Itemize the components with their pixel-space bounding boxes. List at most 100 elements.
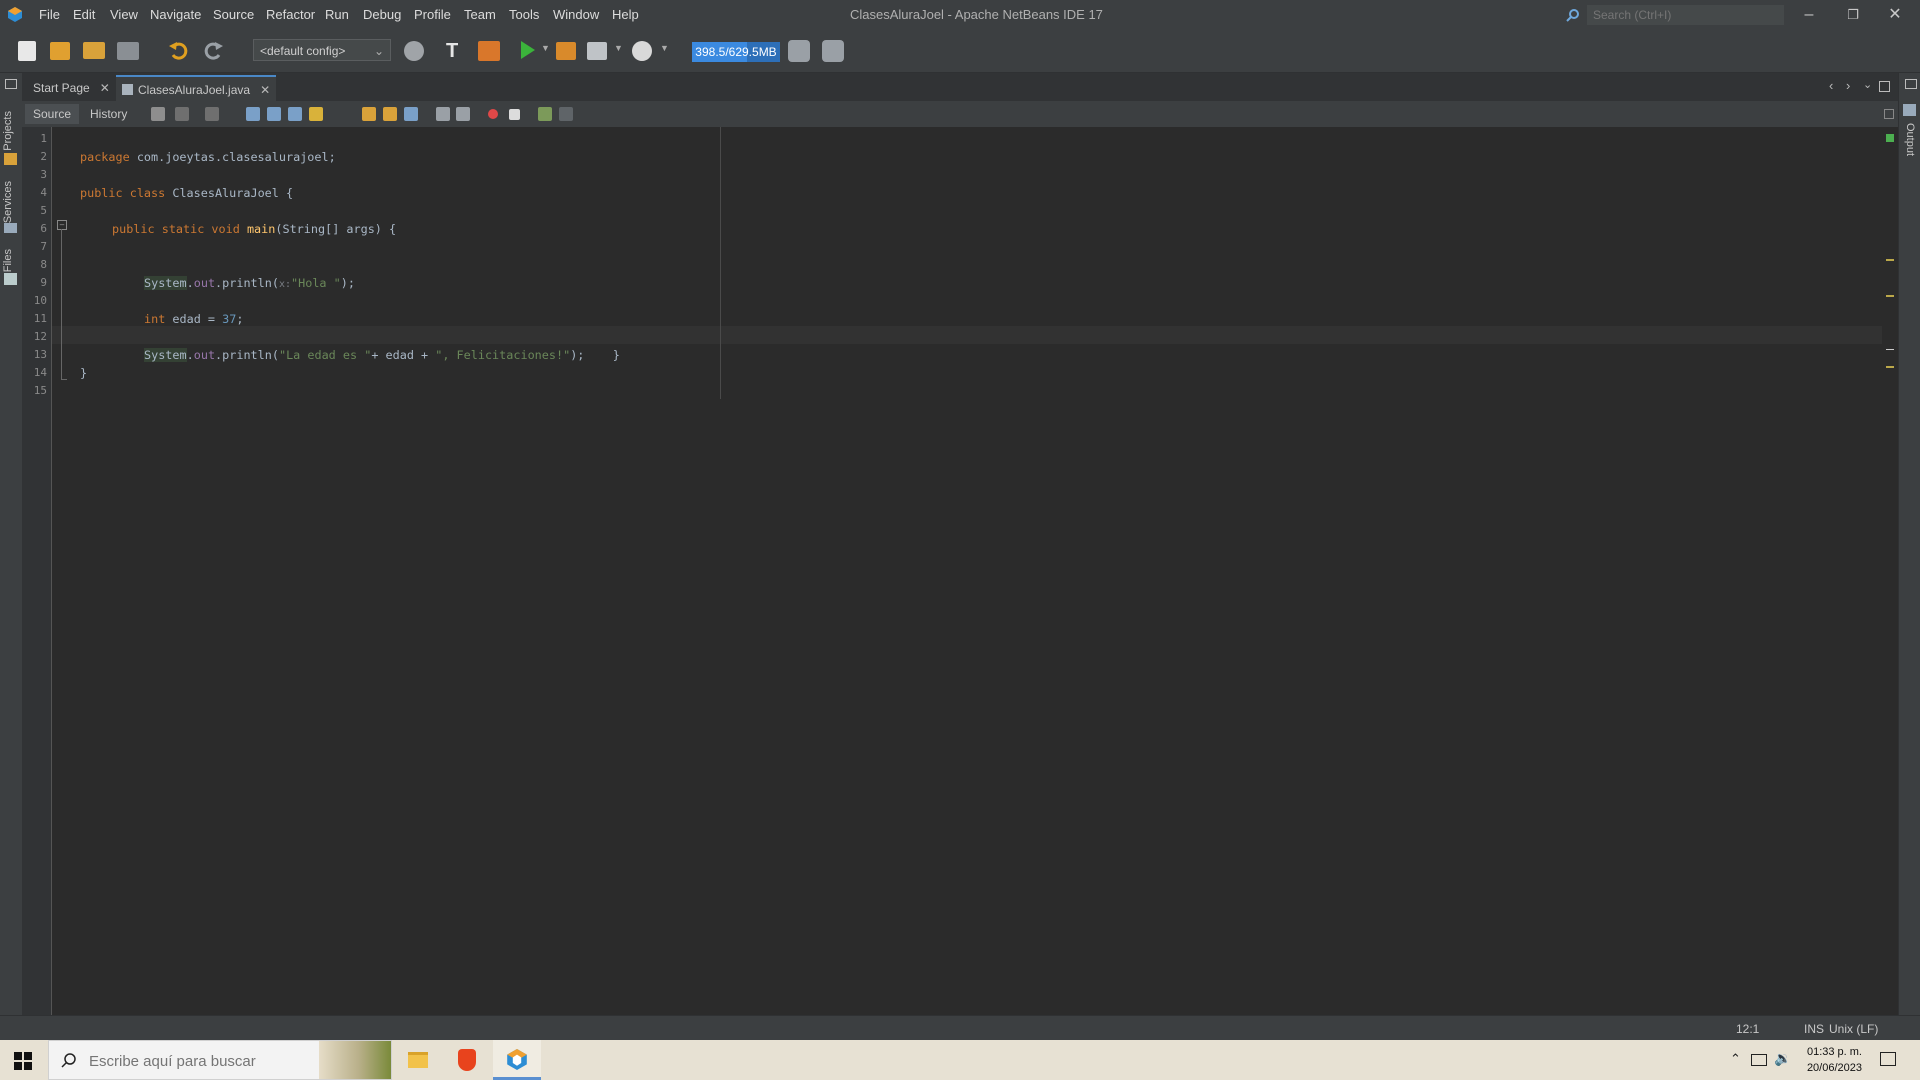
menu-source[interactable]: Source: [213, 7, 254, 22]
output-panel-tab[interactable]: Output: [1904, 123, 1916, 156]
tab-clasesalurajoel-java[interactable]: ClasesAluraJoel.java ✕: [116, 75, 277, 101]
last-edit-icon[interactable]: [151, 107, 165, 121]
restore-button[interactable]: ❐: [1836, 4, 1870, 26]
find-selection-icon[interactable]: [246, 107, 260, 121]
output-icon[interactable]: [1903, 104, 1916, 116]
attach-debugger-icon[interactable]: [632, 41, 652, 61]
error-stripe-mark[interactable]: [1886, 295, 1894, 297]
services-panel-tab[interactable]: Services: [2, 181, 14, 223]
projects-panel-tab[interactable]: Projects: [2, 111, 14, 151]
next-bookmark-icon[interactable]: [383, 107, 397, 121]
tab-label: ClasesAluraJoel.java: [138, 83, 251, 97]
undo-icon[interactable]: [168, 40, 190, 62]
close-icon[interactable]: ✕: [100, 81, 110, 95]
menu-debug[interactable]: Debug: [363, 7, 401, 22]
debug-icon[interactable]: [556, 42, 576, 60]
network-icon[interactable]: [1751, 1054, 1767, 1066]
run-dropdown-icon[interactable]: ▼: [541, 43, 550, 53]
services-icon[interactable]: [4, 223, 17, 233]
find-previous-icon[interactable]: [267, 107, 281, 121]
notification-center-icon[interactable]: [1880, 1052, 1896, 1066]
tab-list-dropdown-icon[interactable]: ⌄: [1863, 78, 1872, 91]
ide-search-input[interactable]: [1587, 5, 1779, 25]
taskbar-search-input[interactable]: [87, 1050, 331, 1072]
shift-left-icon[interactable]: [436, 107, 450, 121]
error-stripe-mark[interactable]: [1886, 259, 1894, 261]
menu-help[interactable]: Help: [612, 7, 639, 22]
toggle-highlight-icon[interactable]: [309, 107, 323, 121]
menu-view[interactable]: View: [110, 7, 138, 22]
menu-profile[interactable]: Profile: [414, 7, 451, 22]
projects-icon[interactable]: [4, 153, 17, 165]
ide-search-box[interactable]: [1587, 5, 1784, 25]
menu-refactor[interactable]: Refactor: [266, 7, 315, 22]
maximize-editor-icon[interactable]: [1879, 81, 1890, 92]
menu-tools[interactable]: Tools: [509, 7, 539, 22]
line-ending: Unix (LF): [1829, 1022, 1879, 1036]
clean-build-icon[interactable]: [478, 41, 500, 61]
new-project-icon[interactable]: [50, 42, 70, 60]
volume-icon[interactable]: 🔉: [1774, 1050, 1791, 1067]
profile-icon[interactable]: [587, 42, 607, 60]
chevron-up-icon[interactable]: ⌃: [1730, 1051, 1741, 1067]
close-icon[interactable]: ✕: [260, 83, 270, 97]
code-text: );: [340, 276, 355, 290]
attach-dropdown-icon[interactable]: ▼: [660, 43, 669, 53]
windows-start-icon[interactable]: [14, 1052, 32, 1070]
memory-indicator[interactable]: 398.5/629.5MB: [692, 42, 780, 62]
split-editor-icon[interactable]: [1884, 109, 1894, 119]
start-macro-icon[interactable]: [488, 109, 498, 119]
menu-window[interactable]: Window: [553, 7, 599, 22]
config-select[interactable]: <default config> ⌄: [253, 39, 391, 61]
menu-team[interactable]: Team: [464, 7, 496, 22]
forward-icon[interactable]: [205, 107, 219, 121]
field-ref: out: [193, 348, 216, 362]
shift-right-icon[interactable]: [456, 107, 470, 121]
source-view-button[interactable]: Source: [25, 104, 80, 124]
fold-collapse-icon[interactable]: –: [57, 220, 67, 230]
profile-dropdown-icon[interactable]: ▼: [614, 43, 623, 53]
close-window-button[interactable]: ✕: [1878, 4, 1912, 26]
find-next-icon[interactable]: [288, 107, 302, 121]
restore-group-icon[interactable]: [1905, 79, 1917, 89]
code-editor[interactable]: – package com.joeytas.clasesalurajoel; p…: [52, 127, 1882, 1015]
method-name: main: [246, 222, 276, 236]
new-file-icon[interactable]: [18, 41, 36, 61]
netbeans-app[interactable]: [493, 1040, 541, 1080]
previous-bookmark-icon[interactable]: [362, 107, 376, 121]
gc-icon[interactable]: [788, 40, 810, 62]
menu-run[interactable]: Run: [325, 7, 349, 22]
scroll-tabs-right-icon[interactable]: ›: [1846, 78, 1850, 93]
minimize-button[interactable]: –: [1792, 4, 1826, 26]
build-hammer-icon[interactable]: T: [446, 40, 458, 63]
menu-file[interactable]: File: [39, 7, 60, 22]
search-highlight-image: [319, 1041, 391, 1079]
redo-icon[interactable]: [202, 40, 224, 62]
profile-ide-icon[interactable]: [822, 40, 844, 62]
save-all-icon[interactable]: [117, 42, 139, 60]
taskbar-search-box[interactable]: [48, 1040, 392, 1080]
system-clock[interactable]: 01:33 p. m. 20/06/2023: [1807, 1044, 1862, 1076]
files-panel-tab[interactable]: Files: [2, 249, 14, 272]
file-explorer-app[interactable]: [394, 1040, 442, 1080]
history-view-button[interactable]: History: [82, 104, 135, 124]
scroll-tabs-left-icon[interactable]: ‹: [1829, 78, 1833, 93]
browser-globe-icon[interactable]: [404, 41, 424, 61]
no-errors-indicator[interactable]: [1886, 134, 1894, 142]
uncomment-icon[interactable]: [559, 107, 573, 121]
toggle-bookmark-icon[interactable]: [404, 107, 418, 121]
stop-macro-icon[interactable]: [509, 109, 520, 120]
restore-group-icon[interactable]: [5, 79, 17, 89]
comment-icon[interactable]: [538, 107, 552, 121]
run-icon[interactable]: [521, 41, 535, 62]
back-icon[interactable]: [175, 107, 189, 121]
menu-edit[interactable]: Edit: [73, 7, 95, 22]
code-line-2: package com.joeytas.clasesalurajoel;: [80, 150, 336, 164]
keyword: public static void: [112, 222, 240, 236]
files-icon[interactable]: [4, 273, 17, 285]
brave-browser-app[interactable]: [443, 1040, 491, 1080]
open-project-icon[interactable]: [83, 42, 105, 59]
menu-navigate[interactable]: Navigate: [150, 7, 201, 22]
error-stripe-mark[interactable]: [1886, 366, 1894, 368]
tab-start-page[interactable]: Start Page ✕: [27, 75, 116, 101]
